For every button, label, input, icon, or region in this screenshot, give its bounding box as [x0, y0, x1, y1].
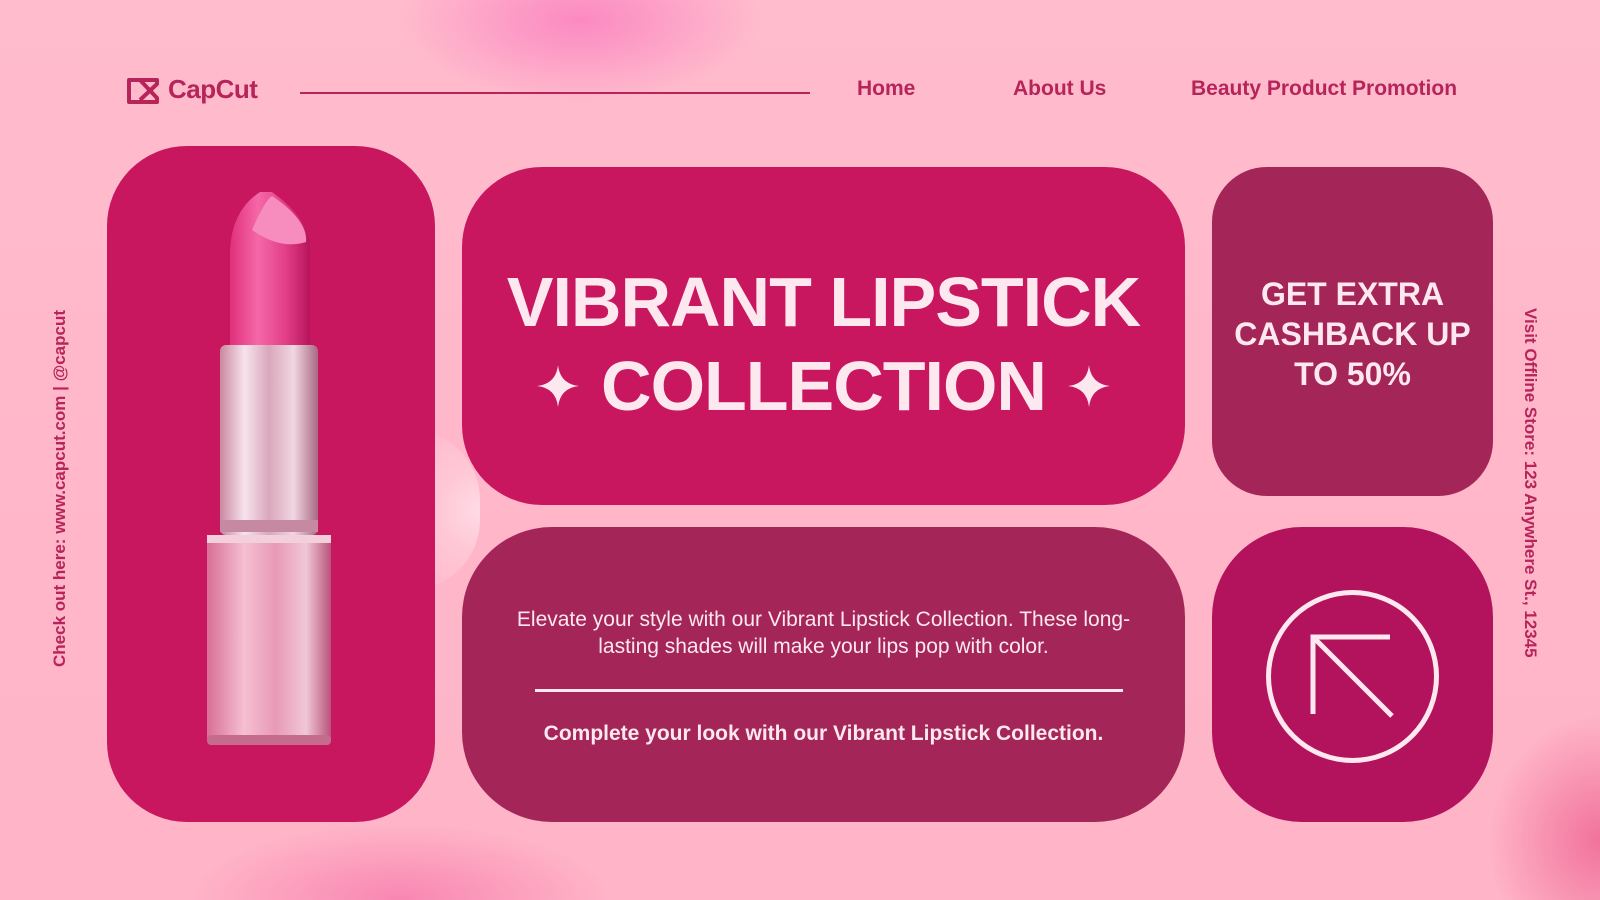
side-contact-text: Check out here: www.capcut.com | @capcut	[50, 310, 69, 667]
sparkle-icon	[537, 365, 580, 407]
hero-title: VIBRANT LIPSTICK COLLECTION	[462, 260, 1185, 428]
side-store-text: Visit Offline Store: 123 Anywhere St., 1…	[1521, 308, 1540, 658]
description-divider	[535, 689, 1123, 692]
cashback-promo-text: GET EXTRA CASHBACK UP TO 50%	[1234, 276, 1471, 392]
hero-title-line2: COLLECTION	[601, 347, 1047, 425]
nav-about-us[interactable]: About Us	[1013, 77, 1106, 107]
description-paragraph: Elevate your style with our Vibrant Lips…	[516, 608, 1131, 658]
header-divider	[300, 92, 810, 94]
description-card	[462, 527, 1185, 822]
arrow-up-left-icon[interactable]	[1265, 589, 1440, 764]
hero-title-line1: VIBRANT LIPSTICK	[506, 263, 1141, 341]
lipstick-image	[207, 192, 331, 745]
nav-beauty-product-promotion[interactable]: Beauty Product Promotion	[1191, 77, 1457, 107]
sparkle-icon	[1067, 365, 1110, 407]
brand-name: CapCut	[168, 74, 258, 104]
capcut-logo-icon	[127, 77, 159, 104]
description-tagline: Complete your look with our Vibrant Lips…	[543, 722, 1104, 745]
nav-home[interactable]: Home	[857, 77, 915, 107]
brand-logo[interactable]: CapCut	[126, 74, 258, 105]
